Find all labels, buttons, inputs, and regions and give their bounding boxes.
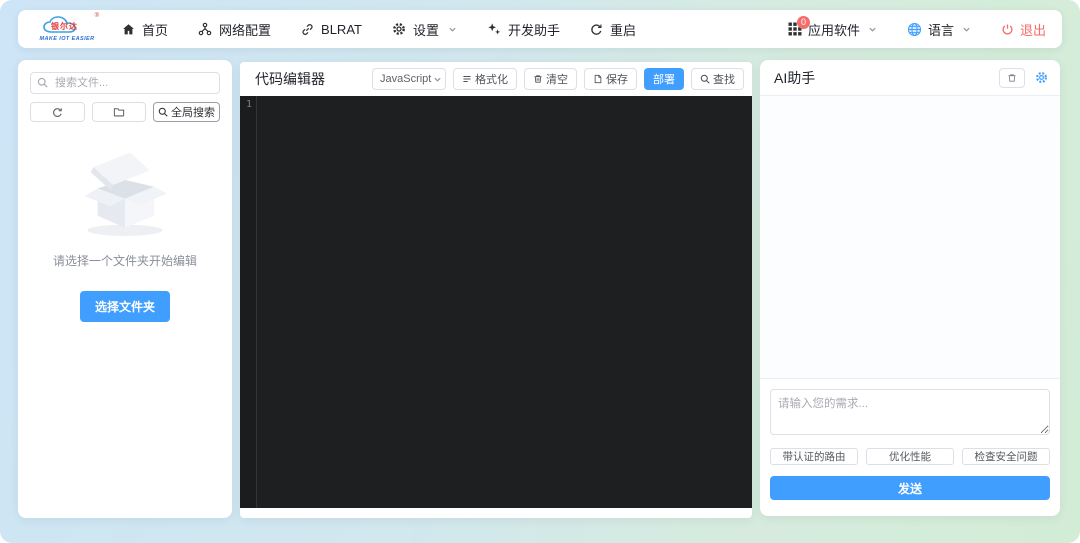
nav-item-label: 开发助手 [508,20,560,39]
nav-item-network-config[interactable]: 网络配置 [198,20,271,39]
code-editor-panel: 代码编辑器 JavaScript 格式化 [240,62,752,518]
global-search-button[interactable]: 全局搜索 [153,102,220,122]
chevron-down-icon [868,25,877,34]
network-icon [198,22,212,36]
refresh-icon [590,23,603,36]
chevron-down-icon [433,75,442,84]
global-search-label: 全局搜索 [171,104,215,120]
apps-dropdown[interactable]: 0 应用软件 [788,20,877,39]
quick-action-auth-route[interactable]: 带认证的路由 [770,448,858,465]
nav-item-label: 重启 [610,20,636,39]
quick-actions: 带认证的路由 优化性能 检查安全问题 [770,448,1050,465]
deploy-button[interactable]: 部署 [644,68,684,90]
file-search-input[interactable] [30,72,220,94]
editor-header: 代码编辑器 JavaScript 格式化 [240,62,752,96]
logout-label: 退出 [1020,20,1046,39]
quick-action-security[interactable]: 检查安全问题 [962,448,1050,465]
gear-icon [1035,71,1048,84]
trash-icon [533,74,543,84]
empty-state: 请选择一个文件夹开始编辑 选择文件夹 [30,144,220,322]
refresh-icon [52,107,63,118]
ai-header: AI助手 [760,60,1060,96]
search-icon [700,74,710,84]
trash-icon [1007,73,1017,83]
power-icon [1001,23,1014,36]
code-editor-surface[interactable]: 1 [240,96,752,508]
language-select[interactable]: JavaScript [372,68,446,90]
nav-item-label: 网络配置 [219,20,271,39]
file-search [30,72,220,94]
logout-button[interactable]: 退出 [1001,20,1046,39]
format-label: 格式化 [475,71,508,87]
find-button[interactable]: 查找 [691,68,744,90]
send-button[interactable]: 发送 [770,476,1050,500]
ai-assistant-panel: AI助手 带认证的路由 优化性能 检查安全问题 [760,60,1060,516]
refresh-files-button[interactable] [30,102,85,122]
globe-icon [907,22,922,37]
brand-tagline: MAKE IOT EASIER [40,37,95,43]
nav-menu: 首页 网络配置 BLRAT 设置 [122,20,636,39]
brand-logo[interactable]: 银尔达 ® MAKE IOT EASIER [34,16,100,43]
document-icon [593,74,603,84]
apps-label: 应用软件 [808,20,860,39]
home-icon [122,23,135,36]
clear-chat-button[interactable] [999,68,1025,88]
empty-state-text: 请选择一个文件夹开始编辑 [53,252,197,269]
brand-name: 银尔达 [51,23,78,31]
nav-item-dev-assistant[interactable]: 开发助手 [487,20,560,39]
navbar-right: 0 应用软件 语言 退出 [788,20,1046,39]
ai-header-actions [999,68,1048,88]
clear-label: 清空 [546,71,568,87]
search-icon [37,77,48,88]
quick-action-optimize[interactable]: 优化性能 [866,448,954,465]
nav-item-restart[interactable]: 重启 [590,20,636,39]
save-button[interactable]: 保存 [584,68,637,90]
top-navbar: 银尔达 ® MAKE IOT EASIER 首页 网络配置 [18,10,1062,48]
line-number: 1 [246,99,252,110]
chevron-down-icon [962,25,971,34]
ai-input-area: 带认证的路由 优化性能 检查安全问题 发送 [760,378,1060,516]
ai-panel-title: AI助手 [774,68,815,88]
find-label: 查找 [713,71,735,87]
nav-item-label: 设置 [413,20,439,39]
file-toolbar: 全局搜索 [30,102,220,122]
choose-folder-button[interactable]: 选择文件夹 [80,291,170,322]
nav-item-blrat[interactable]: BLRAT [301,22,362,37]
search-icon [158,107,168,117]
link-icon [301,23,314,36]
save-label: 保存 [606,71,628,87]
chevron-down-icon [448,25,457,34]
editor-title: 代码编辑器 [255,69,325,89]
registered-mark: ® [95,13,99,19]
ai-message-list [760,96,1060,378]
language-dropdown[interactable]: 语言 [907,20,971,39]
editor-toolbar: JavaScript 格式化 清空 [372,68,744,90]
page-background: 银尔达 ® MAKE IOT EASIER 首页 网络配置 [0,0,1080,543]
language-label: 语言 [928,20,954,39]
nav-item-label: 首页 [142,20,168,39]
line-number-gutter: 1 [240,96,257,508]
clear-button[interactable]: 清空 [524,68,577,90]
gear-icon [392,22,406,36]
format-button[interactable]: 格式化 [453,68,517,90]
code-text-area[interactable] [257,96,752,508]
language-select-value: JavaScript [380,73,431,85]
folder-icon [113,106,125,118]
nav-item-settings[interactable]: 设置 [392,20,457,39]
nav-item-label: BLRAT [321,22,362,37]
file-explorer-panel: 全局搜索 请选择一个文件夹开始编辑 选择文件夹 [18,60,232,518]
ai-prompt-input[interactable] [770,389,1050,435]
open-folder-button[interactable] [92,102,147,122]
sparkle-icon [487,22,501,36]
empty-box-illustration [65,144,185,238]
format-lines-icon [462,74,472,84]
deploy-label: 部署 [653,71,675,87]
ai-settings-button[interactable] [1035,71,1048,84]
nav-item-home[interactable]: 首页 [122,20,168,39]
apps-count-badge: 0 [797,16,810,29]
